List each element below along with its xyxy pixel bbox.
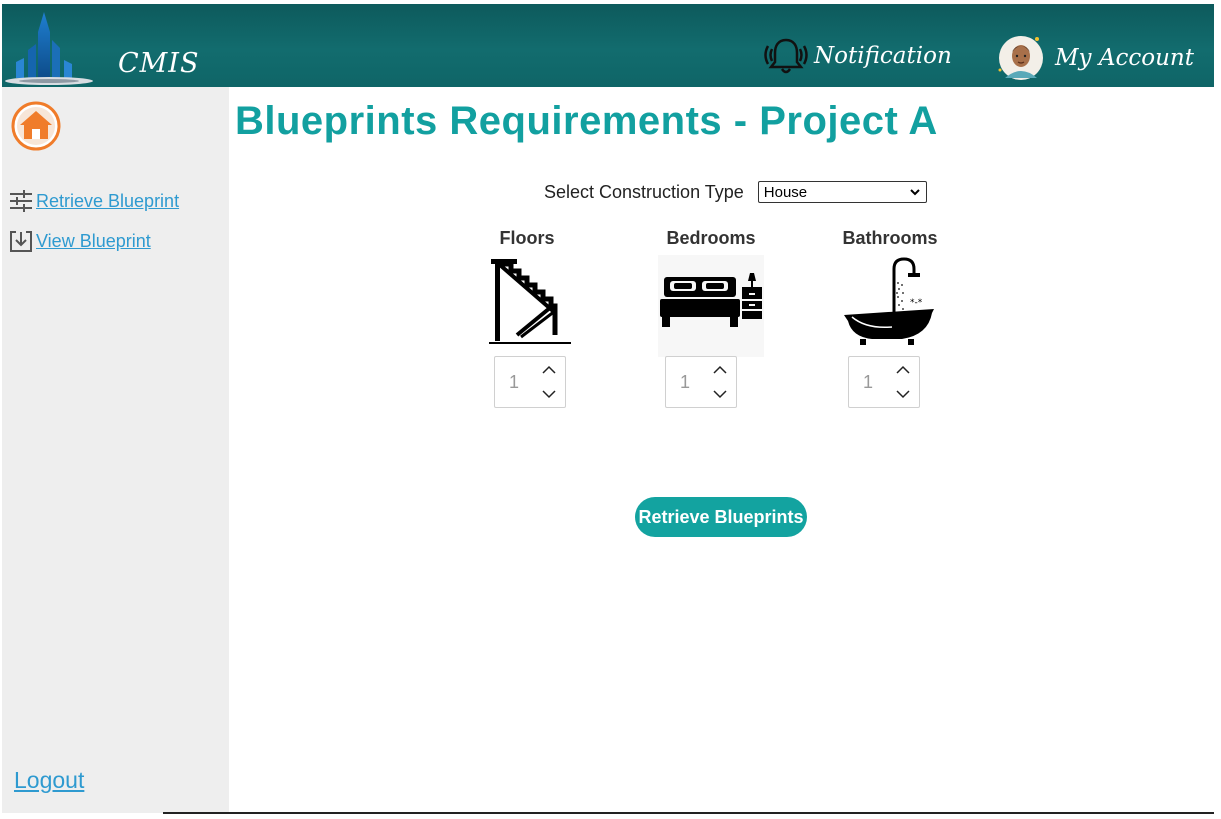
- bedrooms-column: Bedrooms: [646, 228, 776, 357]
- svg-text:*-*: *-*: [910, 298, 923, 308]
- sidebar-item-retrieve-blueprint[interactable]: Retrieve Blueprint: [8, 188, 179, 214]
- floors-stepper[interactable]: 1: [494, 356, 566, 408]
- construction-type-select[interactable]: House: [757, 181, 927, 203]
- my-account-label: My Account: [1055, 45, 1194, 71]
- download-box-icon: [10, 231, 32, 252]
- construction-type-row: Select Construction Type House: [544, 181, 927, 203]
- bathrooms-stepper[interactable]: 1: [848, 356, 920, 408]
- floors-label: Floors: [499, 228, 555, 248]
- chevron-down-icon[interactable]: [541, 387, 557, 401]
- page-title: Blueprints Requirements - Project A: [235, 99, 938, 143]
- retrieve-blueprints-button[interactable]: Retrieve Blueprints: [635, 497, 807, 537]
- construction-type-value: House: [763, 183, 808, 201]
- bathrooms-value[interactable]: 1: [863, 372, 873, 393]
- avatar: [998, 36, 1043, 80]
- chevron-up-icon[interactable]: [541, 363, 557, 377]
- sidebar-item-view-blueprint[interactable]: View Blueprint: [8, 228, 151, 254]
- notification-label: Notification: [814, 43, 952, 69]
- chevron-down-icon[interactable]: [895, 387, 911, 401]
- chevron-down-icon[interactable]: [712, 387, 728, 401]
- logout-link[interactable]: Logout: [14, 767, 84, 794]
- stairs-icon: [489, 259, 571, 344]
- chevron-up-icon[interactable]: [895, 363, 911, 377]
- bell-icon: [764, 38, 808, 74]
- bedrooms-stepper[interactable]: 1: [665, 356, 737, 408]
- my-account-button[interactable]: My Account: [997, 32, 1194, 84]
- app-name: CMIS: [118, 48, 200, 79]
- construction-type-label: Select Construction Type: [544, 181, 744, 202]
- top-header: CMIS Notification My Account: [2, 4, 1214, 87]
- sidebar: Retrieve Blueprint View Blueprint Logout: [2, 87, 229, 813]
- home-icon[interactable]: [10, 100, 62, 152]
- sliders-icon: [10, 190, 32, 212]
- chevron-up-icon[interactable]: [712, 363, 728, 377]
- floors-value[interactable]: 1: [509, 372, 519, 393]
- city-logo-icon: [5, 12, 93, 85]
- bedrooms-value[interactable]: 1: [680, 372, 690, 393]
- bathtub-icon: *-*: [844, 257, 934, 345]
- bathrooms-column: Bathrooms *-*: [825, 228, 955, 347]
- app-root: CMIS Notification My Account Retrieve Bl…: [0, 0, 1221, 819]
- bottom-divider: [163, 812, 1214, 814]
- notification-button[interactable]: Notification: [762, 34, 952, 78]
- sidebar-item-label[interactable]: Retrieve Blueprint: [36, 191, 179, 212]
- floors-column: Floors: [462, 228, 592, 345]
- bathrooms-label: Bathrooms: [842, 228, 938, 248]
- bed-icon: [658, 255, 764, 357]
- chevron-down-icon: [910, 189, 920, 196]
- sidebar-item-label[interactable]: View Blueprint: [36, 231, 151, 252]
- bedrooms-label: Bedrooms: [666, 228, 756, 248]
